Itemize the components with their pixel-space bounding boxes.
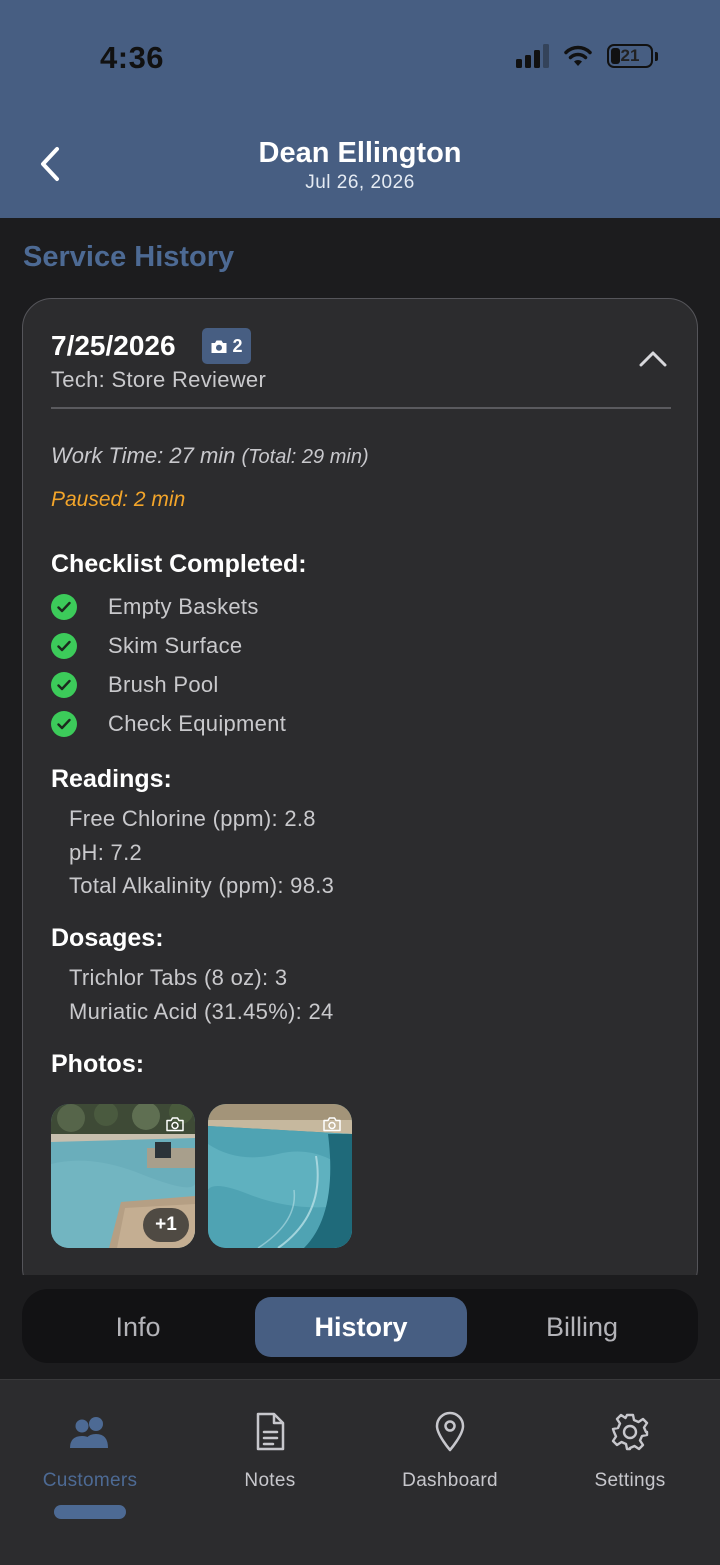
chevron-up-icon [639,351,667,367]
checklist-item-label: Check Equipment [108,711,287,736]
document-icon [254,1410,286,1454]
camera-icon [166,1117,184,1132]
map-pin-icon [434,1410,466,1454]
nav-notes[interactable]: Notes [180,1410,360,1492]
checklist-item: Skim Surface [51,631,242,661]
battery-icon: 21 [607,44,653,68]
active-nav-indicator [54,1505,126,1519]
checklist-heading: Checklist Completed: [51,550,307,578]
total-time: (Total: 29 min) [241,446,369,468]
checklist-item: Empty Baskets [51,592,258,622]
camera-icon [211,340,227,353]
dosage-item: Trichlor Tabs (8 oz): 3 [69,965,288,990]
nav-label: Settings [594,1470,666,1491]
users-icon [67,1410,113,1454]
header-date: Jul 26, 2026 [305,172,415,193]
bottom-navigation: Customers Notes Dashboard Settings [0,1379,720,1565]
tab-billing[interactable]: Billing [476,1297,688,1357]
check-circle-icon [51,594,77,620]
work-time: Work Time: 27 min (Total: 29 min) [51,443,369,469]
reading-item: pH: 7.2 [69,840,143,865]
wifi-icon [564,45,592,66]
photo-count: 2 [232,335,243,356]
reading-item: Total Alkalinity (ppm): 98.3 [69,873,335,898]
customer-name: Dean Ellington [258,137,462,169]
dosage-item: Muriatic Acid (31.45%): 24 [69,999,334,1024]
paused-time: Paused: 2 min [51,488,186,511]
gear-icon [610,1410,650,1454]
tech-name: Tech: Store Reviewer [51,367,267,392]
checklist-item-label: Empty Baskets [108,594,259,619]
status-time: 4:36 [100,40,165,75]
visit-date: 7/25/2026 [51,330,176,361]
camera-icon [323,1117,341,1132]
pool-photo-thumbnail[interactable]: +1 [51,1104,195,1248]
work-time-value: Work Time: 27 min [51,443,236,468]
checklist-item-label: Skim Surface [108,633,243,658]
cellular-signal-icon [516,44,549,68]
section-title: Service History [23,241,235,273]
segmented-control: Info History Billing [22,1289,698,1363]
app-header: 4:36 21 Dean Ellington Jul 26, 2026 [0,0,720,218]
reading-item: Free Chlorine (ppm): 2.8 [69,806,316,831]
tab-history[interactable]: History [255,1297,467,1357]
dosages-heading: Dosages: [51,924,164,952]
service-visit-card: 7/25/2026 2 Tech: Store Reviewer Work Ti… [22,298,698,1298]
status-icons: 21 [516,44,658,68]
check-circle-icon [51,672,77,698]
photo-count-badge: 2 [202,328,251,364]
nav-label: Notes [244,1470,296,1491]
collapse-button[interactable] [635,345,671,373]
nav-label: Dashboard [402,1470,498,1491]
checklist-item: Check Equipment [51,709,286,739]
nav-label: Customers [42,1470,138,1491]
checklist-item: Brush Pool [51,670,218,700]
checklist-item-label: Brush Pool [108,672,219,697]
battery-level: 21 [620,46,640,65]
more-photos-badge: +1 [143,1208,189,1242]
check-circle-icon [51,633,77,659]
nav-settings[interactable]: Settings [540,1410,720,1492]
tab-info[interactable]: Info [32,1297,244,1357]
tab-bar-area: Info History Billing [0,1275,720,1379]
divider [51,407,671,409]
pool-photo-thumbnail[interactable] [208,1104,352,1248]
photos-heading: Photos: [51,1050,145,1078]
check-circle-icon [51,711,77,737]
nav-dashboard[interactable]: Dashboard [360,1410,540,1492]
nav-customers[interactable]: Customers [0,1410,180,1492]
readings-heading: Readings: [51,765,172,793]
